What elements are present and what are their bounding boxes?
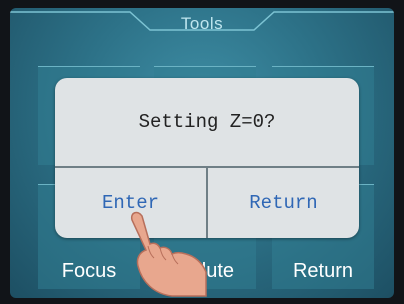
focus-tile-label: Focus [61, 260, 117, 282]
lcd-screen: Tools Focus lute Return Setting Z=0? Ent… [10, 8, 394, 298]
page-title: Tools [180, 14, 224, 33]
title-bar: Tools [10, 8, 394, 36]
return-tile-label: Return [292, 260, 354, 282]
return-button[interactable]: Return [208, 168, 359, 238]
dialog-message: Setting Z=0? [138, 111, 276, 133]
pointing-hand-icon [130, 211, 207, 297]
